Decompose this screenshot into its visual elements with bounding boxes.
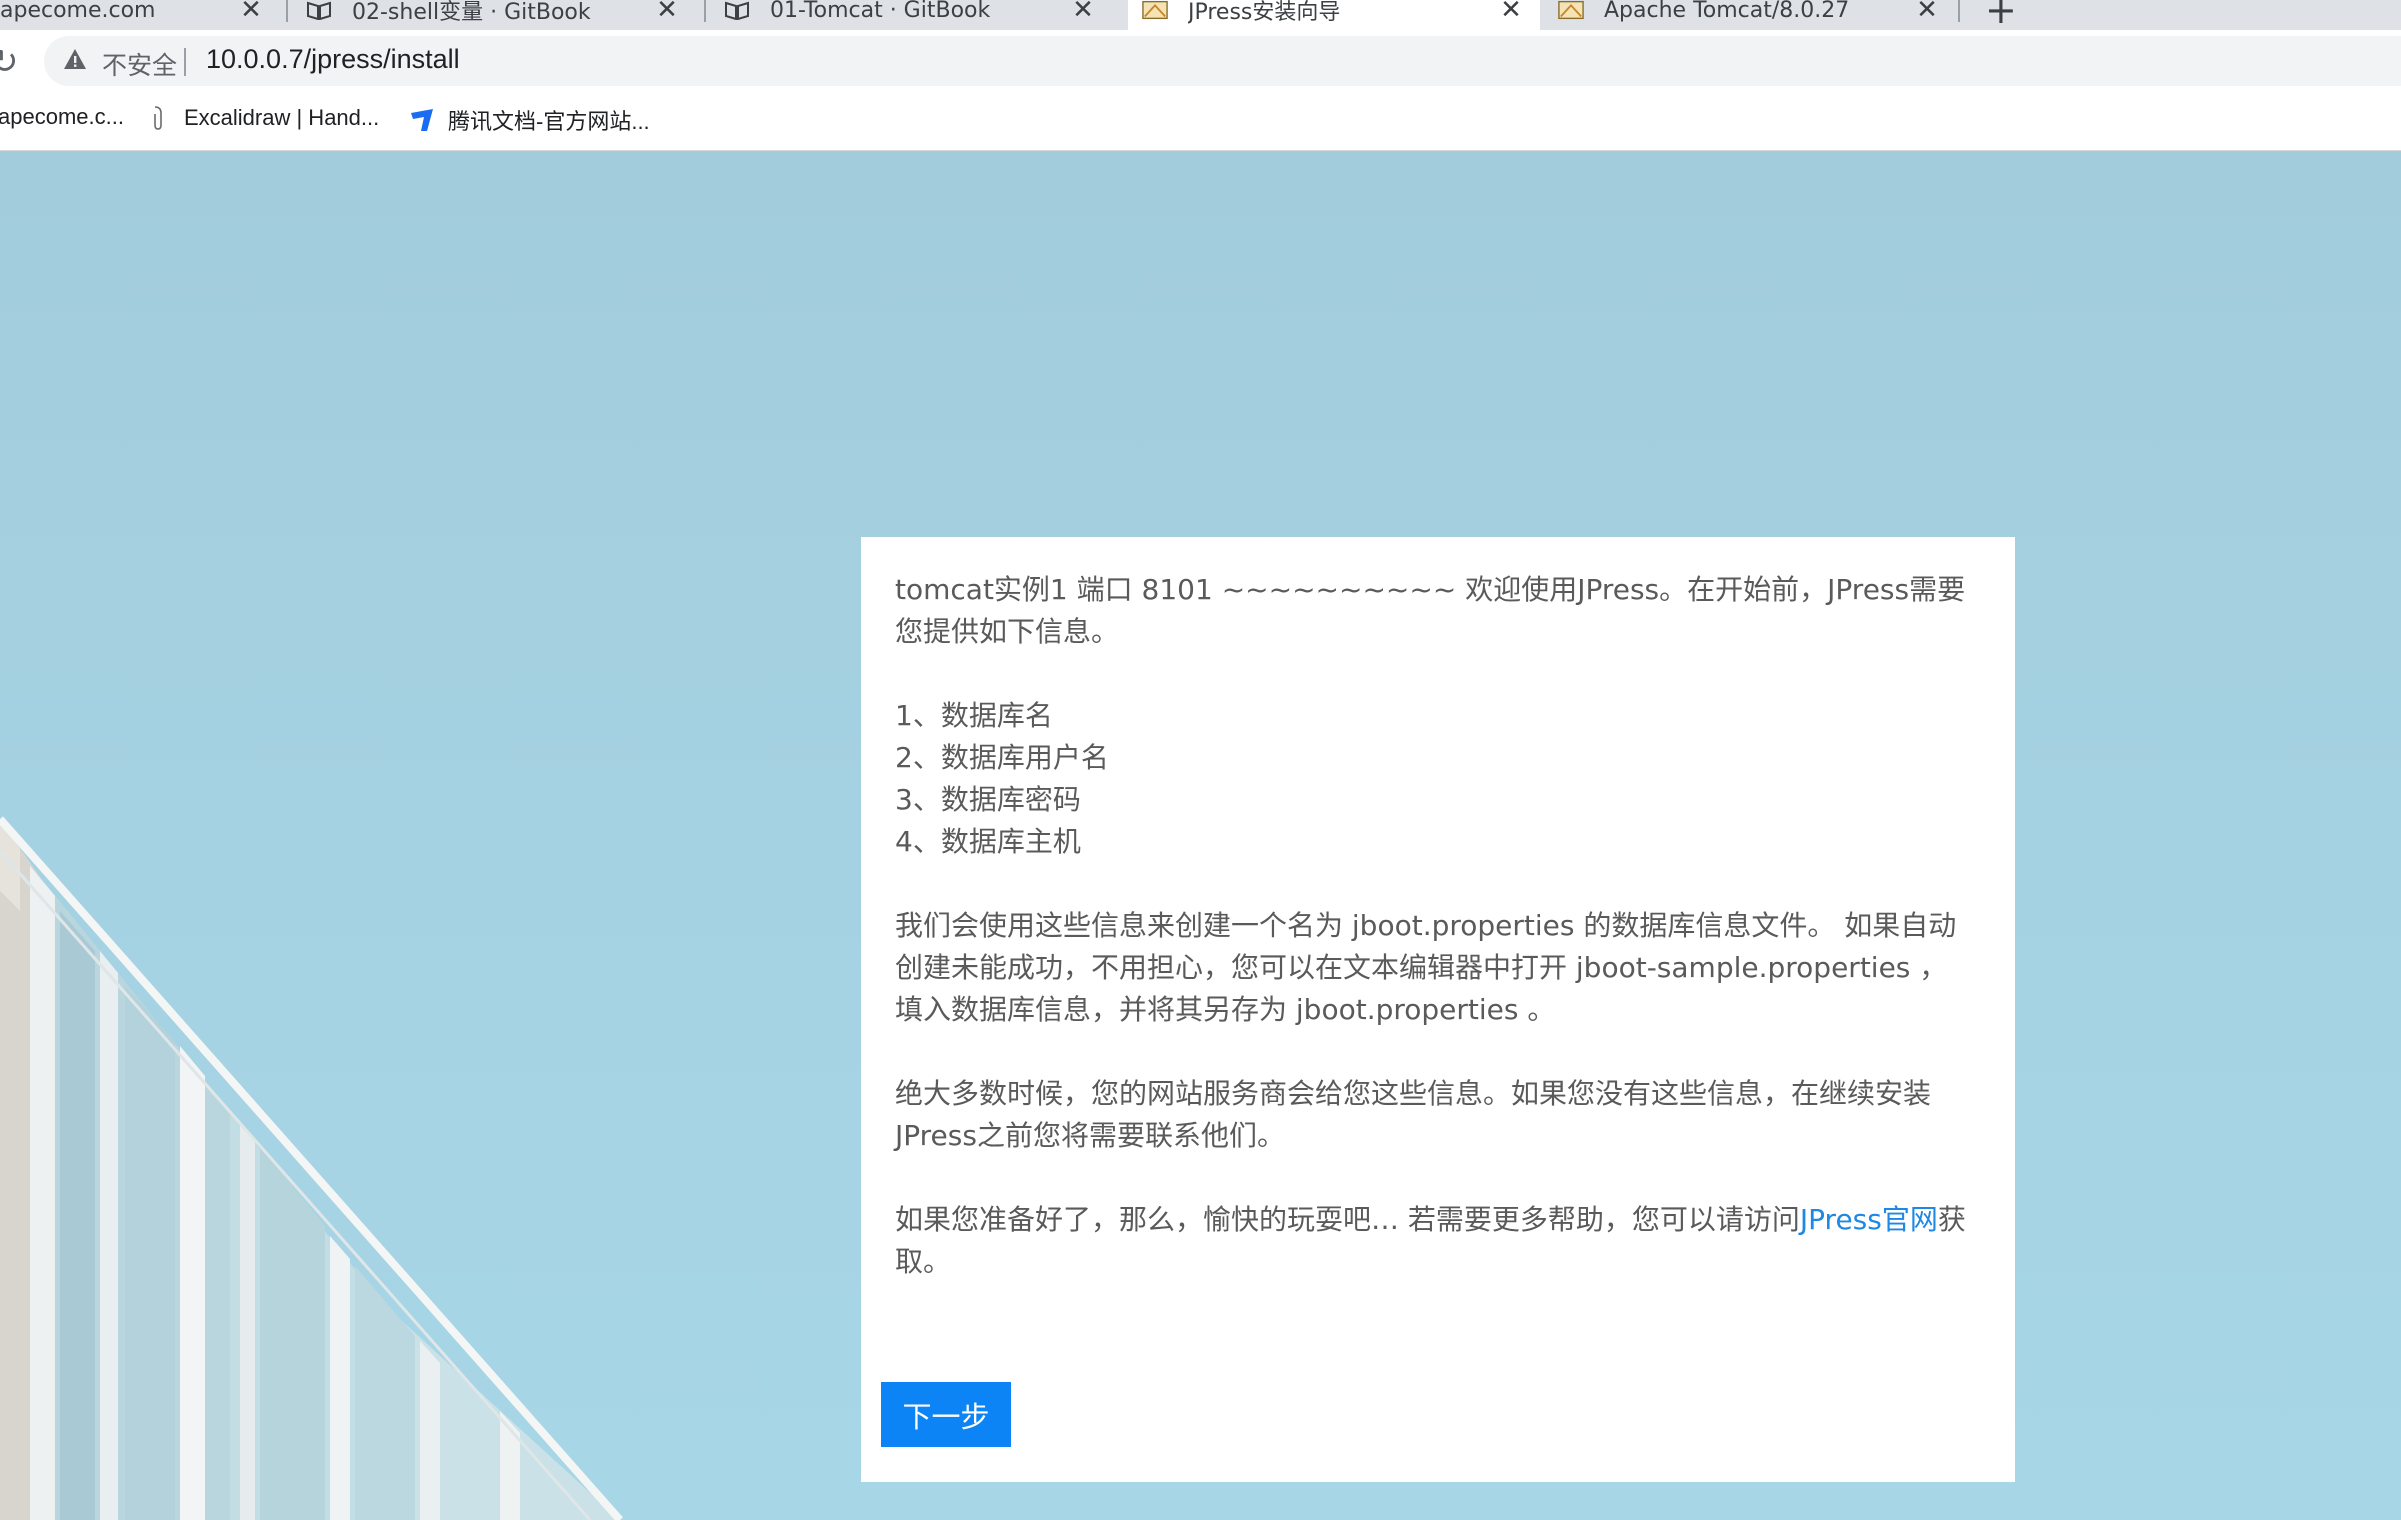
- close-icon[interactable]: ✕: [1914, 0, 1940, 25]
- excalidraw-icon: [144, 104, 172, 132]
- tab-apecome[interactable]: apecome.com ✕: [0, 0, 280, 30]
- help-text-before: 如果您准备好了，那么，愉快的玩耍吧… 若需要更多帮助，您可以请访问: [895, 1203, 1800, 1236]
- tab-divider: [1958, 0, 1960, 22]
- tab-shell-vars[interactable]: 02-shell变量 · GitBook ✕: [306, 0, 696, 30]
- tab-title: JPress安装向导: [1188, 0, 1341, 25]
- tab-title: 02-shell变量 · GitBook: [352, 0, 591, 25]
- omnibox-divider: [184, 48, 186, 76]
- close-icon[interactable]: ✕: [1070, 0, 1096, 25]
- bookmark-tencent-docs[interactable]: 腾讯文档-官方网站...: [408, 104, 650, 136]
- building-photo: [0, 816, 623, 1520]
- list-item: 3、数据库密码: [895, 783, 1081, 816]
- page-background: tomcat实例1 端口 8101 ~~~~~~~~~~ 欢迎使用JPress。…: [0, 151, 2401, 1520]
- list-item: 4、数据库主机: [895, 825, 1081, 858]
- bookmark-apecome[interactable]: apecome.c...: [0, 104, 124, 130]
- tab-strip: apecome.com ✕ 02-shell变量 · GitBook ✕ 01-…: [0, 0, 2401, 30]
- new-tab-plus-icon[interactable]: +: [1985, 0, 2017, 30]
- close-icon[interactable]: ✕: [1498, 0, 1524, 25]
- url-text[interactable]: 10.0.0.7/jpress/install: [206, 44, 460, 75]
- address-bar[interactable]: 不安全 10.0.0.7/jpress/install: [44, 36, 2401, 86]
- reload-icon[interactable]: ↻: [0, 42, 19, 82]
- required-info-list: 1、数据库名 2、数据库用户名 3、数据库密码 4、数据库主机: [895, 695, 1975, 863]
- close-icon[interactable]: ✕: [238, 0, 264, 25]
- tab-divider: [286, 0, 288, 22]
- tab-apache-tomcat[interactable]: Apache Tomcat/8.0.27 ✕: [1558, 0, 1956, 30]
- provider-text: 绝大多数时候，您的网站服务商会给您这些信息。如果您没有这些信息，在继续安装JPr…: [895, 1077, 1932, 1152]
- bookmark-label: 腾讯文档-官方网站...: [448, 109, 650, 134]
- tab-title: 01-Tomcat · GitBook: [770, 0, 991, 23]
- bookmarks-bar: apecome.c... Excalidraw | Hand... 腾讯文档-官…: [0, 92, 2401, 152]
- tomcat-icon: [1558, 0, 1584, 21]
- bookmark-excalidraw[interactable]: Excalidraw | Hand...: [144, 104, 379, 132]
- bookmark-label: Excalidraw | Hand...: [184, 105, 380, 130]
- tab-tomcat-gitbook[interactable]: 01-Tomcat · GitBook ✕: [724, 0, 1112, 30]
- tab-title: Apache Tomcat/8.0.27: [1604, 0, 1850, 23]
- tab-title: apecome.com: [0, 0, 156, 23]
- help-text: 如果您准备好了，那么，愉快的玩耍吧… 若需要更多帮助，您可以请访问JPress官…: [895, 1199, 1975, 1283]
- bookmark-label: apecome.c...: [0, 104, 124, 129]
- intro-text: tomcat实例1 端口 8101 ~~~~~~~~~~ 欢迎使用JPress。…: [895, 573, 1966, 648]
- config-file-text: 我们会使用这些信息来创建一个名为 jboot.properties 的数据库信息…: [895, 909, 1957, 1026]
- next-step-button[interactable]: 下一步: [881, 1382, 1011, 1447]
- list-item: 1、数据库名: [895, 699, 1053, 732]
- install-card: tomcat实例1 端口 8101 ~~~~~~~~~~ 欢迎使用JPress。…: [861, 537, 2015, 1482]
- warning-icon[interactable]: [62, 46, 88, 72]
- gitbook-icon: [724, 0, 750, 21]
- jpress-website-link[interactable]: JPress官网: [1800, 1203, 1938, 1236]
- tab-divider: [704, 0, 706, 22]
- close-icon[interactable]: ✕: [654, 0, 680, 25]
- list-item: 2、数据库用户名: [895, 741, 1109, 774]
- browser-toolbar: ↻ 不安全 10.0.0.7/jpress/install: [0, 30, 2401, 92]
- tencent-docs-icon: [408, 106, 436, 134]
- tomcat-icon: [1142, 0, 1168, 21]
- security-label[interactable]: 不安全: [102, 46, 177, 82]
- tab-jpress-install[interactable]: JPress安装向导 ✕: [1128, 0, 1540, 30]
- gitbook-icon: [306, 0, 332, 21]
- install-instructions: tomcat实例1 端口 8101 ~~~~~~~~~~ 欢迎使用JPress。…: [895, 569, 1975, 1325]
